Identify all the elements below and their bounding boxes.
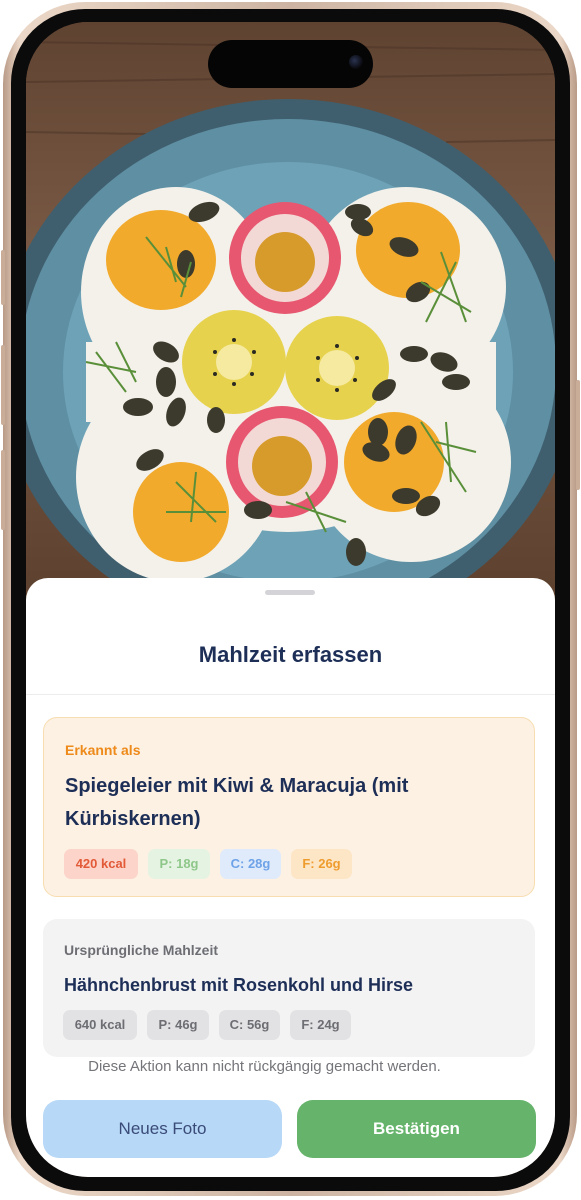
new-photo-button[interactable]: Neues Foto <box>43 1100 282 1158</box>
sheet-title: Mahlzeit erfassen <box>198 642 383 667</box>
original-label: Ursprüngliche Mahlzeit <box>64 942 219 958</box>
dynamic-island <box>208 40 373 88</box>
sheet-grabber-handle[interactable] <box>265 590 315 595</box>
front-camera-icon <box>349 55 363 69</box>
original-fat-chip: F: 24g <box>290 1010 351 1040</box>
phone-volume-down-button <box>1 450 5 530</box>
irreversible-warning: Diese Aktion kann nicht rückgängig gemac… <box>88 1058 441 1075</box>
bottom-sheet: Mahlzeit erfassen Erkannt als Spiegeleie… <box>26 578 555 1177</box>
recognized-meal-title: Spiegeleier mit Kiwi & Maracuja (mit Kür… <box>65 775 409 830</box>
recognized-kcal-chip: 420 kcal <box>64 849 138 879</box>
original-kcal-chip: 640 kcal <box>63 1010 137 1040</box>
phone-volume-up-button <box>1 345 5 425</box>
recognized-label: Erkannt als <box>65 742 141 758</box>
original-protein-chip: P: 46g <box>147 1010 209 1040</box>
recognized-fat-chip: F: 26g <box>291 849 352 879</box>
original-meal-card: Ursprüngliche Mahlzeit Hähnchenbrust mit… <box>43 919 535 1057</box>
confirm-button[interactable]: Bestätigen <box>297 1100 536 1158</box>
original-carbs-chip: C: 56g <box>219 1010 280 1040</box>
recognized-protein-chip: P: 18g <box>148 849 210 879</box>
phone-power-button <box>576 380 580 490</box>
food-photo-illustration <box>26 41 555 622</box>
phone-side-button <box>1 250 5 305</box>
food-photo <box>26 22 555 622</box>
sheet-divider <box>26 694 555 695</box>
original-meal-title: Hähnchenbrust mit Rosenkohl und Hirse <box>64 975 414 995</box>
recognized-carbs-chip: C: 28g <box>220 849 281 879</box>
recognized-meal-card: Erkannt als Spiegeleier mit Kiwi & Marac… <box>43 717 535 897</box>
phone-screen: Mahlzeit erfassen Erkannt als Spiegeleie… <box>26 22 555 1177</box>
